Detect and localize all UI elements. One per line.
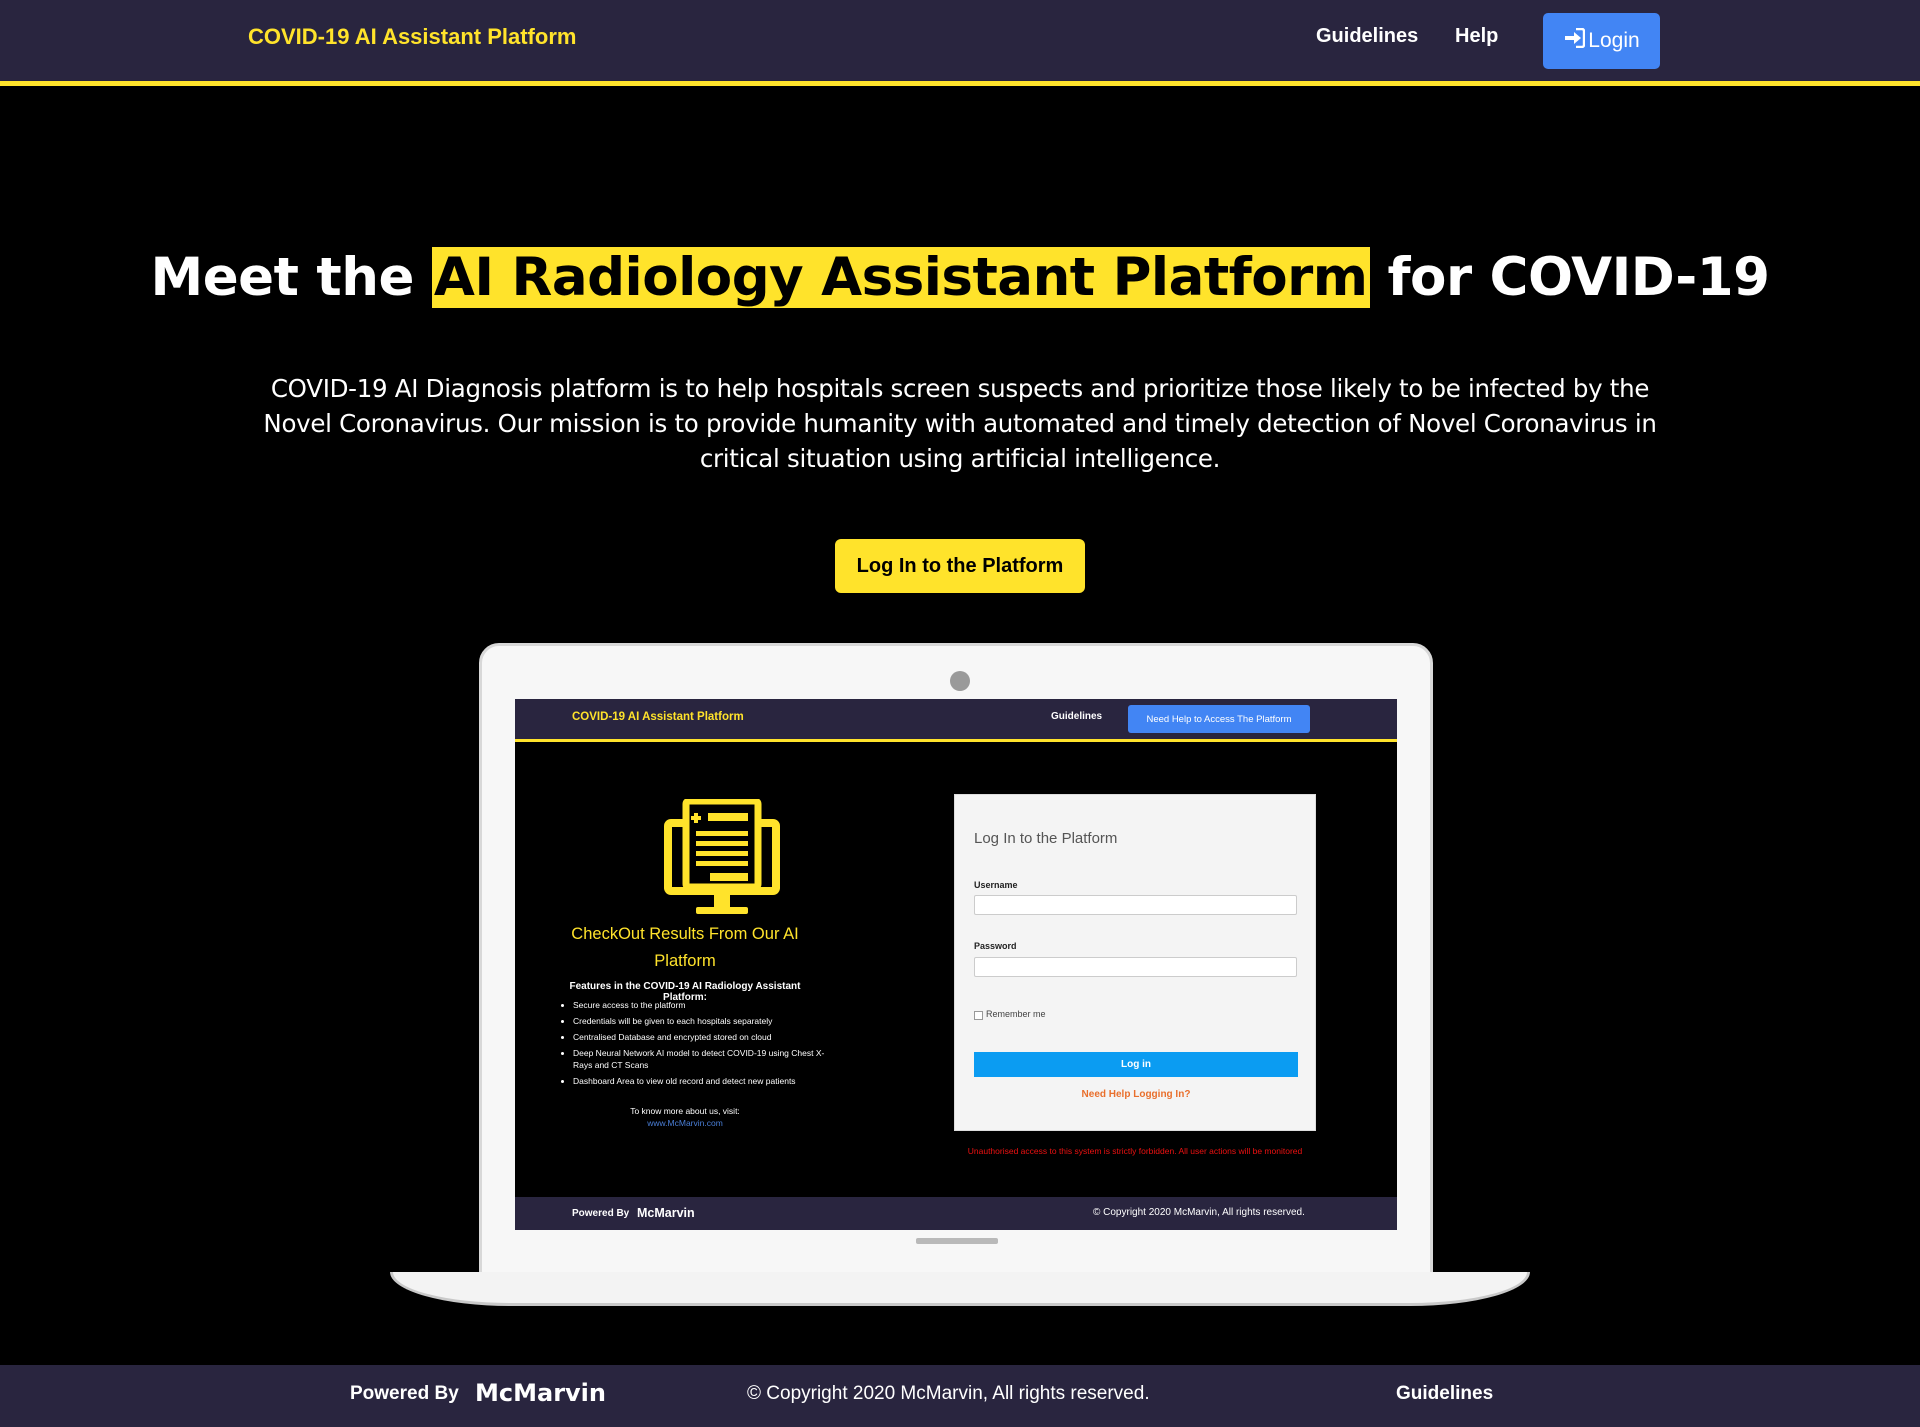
platform-preview-screenshot: COVID-19 AI Assistant Platform Guideline…: [515, 699, 1397, 1230]
nav-link-guidelines[interactable]: Guidelines: [1316, 25, 1418, 48]
brand-logo[interactable]: COVID-19 AI Assistant Platform: [248, 24, 576, 50]
page-footer: Powered By McMarvin © Copyright 2020 McM…: [0, 1365, 1920, 1427]
preview-login-button: Log in: [974, 1052, 1298, 1077]
preview-remember-checkbox: [974, 1011, 983, 1020]
preview-help-link: Need Help Logging In?: [1081, 1089, 1191, 1100]
preview-features-list: Secure access to the platform Credential…: [563, 999, 833, 1091]
list-item: Deep Neural Network AI model to detect C…: [573, 1047, 833, 1071]
preview-know-more: To know more about us, visit:: [630, 1106, 740, 1116]
preview-checkout-title: CheckOut Results From Our AI Platform: [571, 925, 799, 970]
preview-login-card: Log In to the Platform Username Password…: [954, 794, 1316, 1131]
preview-copyright: © Copyright 2020 McMarvin, All rights re…: [1093, 1207, 1305, 1218]
hero-title-prefix: Meet the: [150, 247, 432, 308]
preview-mcmarvin-logo: McMarvin: [637, 1206, 695, 1220]
medical-report-monitor-icon: [664, 797, 780, 922]
footer-link-guidelines[interactable]: Guidelines: [1396, 1383, 1493, 1405]
preview-powered-by: Powered By: [572, 1208, 630, 1219]
laptop-base: [390, 1272, 1530, 1306]
footer-mcmarvin-logo[interactable]: McMarvin: [475, 1379, 606, 1407]
footer-powered-by: Powered By: [350, 1383, 459, 1404]
hero-title-suffix: for COVID-19: [1369, 247, 1770, 308]
preview-password-field: [974, 957, 1297, 977]
top-navbar: COVID-19 AI Assistant Platform Guideline…: [0, 0, 1920, 86]
list-item: Centralised Database and encrypted store…: [573, 1031, 833, 1043]
hero-description: COVID-19 AI Diagnosis platform is to hel…: [263, 374, 1657, 473]
cta-login-button[interactable]: Log In to the Platform: [835, 539, 1085, 593]
preview-login-title: Log In to the Platform: [974, 830, 1118, 847]
sign-in-icon: [1563, 27, 1586, 54]
nav-link-help[interactable]: Help: [1455, 25, 1498, 48]
preview-brand: COVID-19 AI Assistant Platform: [572, 711, 744, 723]
list-item: Secure access to the platform: [573, 999, 833, 1011]
preview-password-label: Password: [974, 941, 1017, 951]
preview-navbar: COVID-19 AI Assistant Platform Guideline…: [515, 699, 1397, 742]
login-button[interactable]: Login: [1543, 13, 1660, 69]
list-item: Dashboard Area to view old record and de…: [573, 1075, 833, 1087]
preview-nav-guidelines: Guidelines: [1051, 711, 1103, 722]
preview-username-field: [974, 895, 1297, 915]
laptop-hinge-notch: [916, 1238, 998, 1244]
laptop-camera: [950, 671, 970, 691]
preview-help-button: Need Help to Access The Platform: [1128, 705, 1310, 733]
hero-title: Meet the AI Radiology Assistant Platform…: [0, 242, 1920, 314]
hero-title-highlight: AI Radiology Assistant Platform: [431, 247, 1370, 308]
preview-warning-text: Unauthorised access to this system is st…: [967, 1146, 1303, 1156]
preview-website-link: www.McMarvin.com: [647, 1118, 723, 1128]
preview-username-label: Username: [974, 880, 1018, 890]
login-button-label: Login: [1588, 29, 1640, 52]
preview-remember-label: Remember me: [986, 1009, 1046, 1019]
footer-copyright: © Copyright 2020 McMarvin, All rights re…: [747, 1383, 1150, 1404]
list-item: Credentials will be given to each hospit…: [573, 1015, 833, 1027]
preview-footer: Powered By McMarvin © Copyright 2020 McM…: [515, 1197, 1397, 1230]
